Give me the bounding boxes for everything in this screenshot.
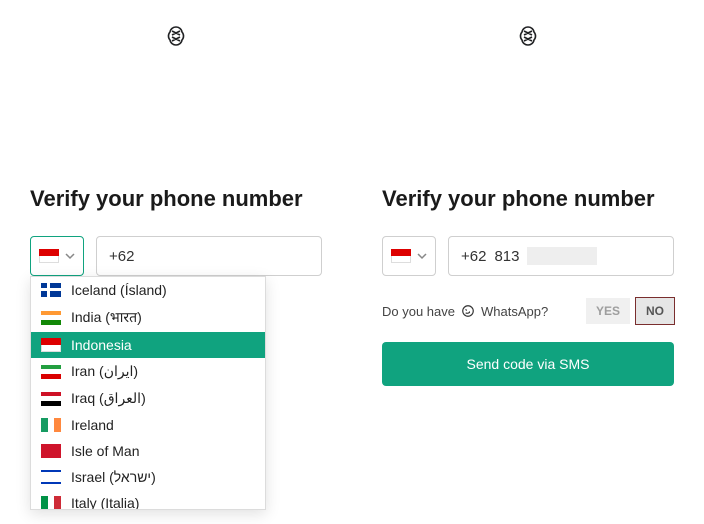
openai-logo-icon [164,24,188,48]
flag-icon [41,392,61,406]
flag-icon [41,496,61,510]
chevron-down-icon [65,251,75,261]
country-option-label: Iraq (العراق) [71,390,146,407]
country-option-label: India (भारत) [71,308,142,327]
page-title: Verify your phone number [382,186,674,212]
country-option[interactable]: Isle of Man [31,438,265,464]
phone-masked-portion [527,247,597,265]
country-selector-button[interactable] [382,236,436,276]
country-option[interactable]: Iraq (العراق) [31,385,265,412]
country-selector-button[interactable] [30,236,84,276]
phone-row: +62 [30,236,322,276]
whatsapp-no-button[interactable]: NO [636,298,674,324]
chevron-down-icon [417,251,427,261]
flag-icon [41,338,61,352]
country-option-label: Israel (ישראל) [71,469,156,485]
openai-logo-icon [516,24,540,48]
country-option[interactable]: Indonesia [31,332,265,358]
whatsapp-prompt-text: Do you have [382,304,455,319]
flag-icon [41,283,61,297]
country-option-label: Indonesia [71,337,132,353]
dial-code: +62 [461,248,486,265]
flag-indonesia-icon [39,249,59,263]
country-option[interactable]: Israel (ישראל) [31,464,265,490]
country-option-label: Iceland (Ísland) [71,282,167,298]
flag-icon [41,311,61,325]
country-option[interactable]: Ireland [31,412,265,438]
flag-icon [41,365,61,379]
flag-icon [41,418,61,432]
country-option[interactable]: Italy (Italia) [31,490,265,510]
phone-input-value: +62 [109,248,134,265]
country-option-label: Isle of Man [71,443,139,459]
phone-row: +62 813 [382,236,674,276]
left-pane: Verify your phone number +62 Iceland (Ís… [0,0,352,524]
page-title: Verify your phone number [30,186,322,212]
country-option[interactable]: Iceland (Ísland) [31,277,265,303]
whatsapp-icon [461,304,475,318]
phone-entered: 813 [494,248,519,265]
phone-input[interactable]: +62 813 [448,236,674,276]
whatsapp-yes-button[interactable]: YES [586,298,630,324]
logo-row [30,0,322,48]
country-dropdown[interactable]: Iceland (Ísland) India (भारत) Indonesia Ira… [30,276,266,510]
app-root: Verify your phone number +62 Iceland (Ís… [0,0,704,524]
logo-row [382,0,674,48]
country-option-label: Italy (Italia) [71,495,139,510]
country-option-label: Ireland [71,417,114,433]
country-option[interactable]: India (भारत) [31,303,265,332]
phone-input[interactable]: +62 [96,236,322,276]
right-pane: Verify your phone number +62 813 Do you … [352,0,704,524]
flag-icon [41,470,61,484]
send-code-button[interactable]: Send code via SMS [382,342,674,386]
whatsapp-label: WhatsApp? [481,304,548,319]
country-option-label: Iran (ایران) [71,363,138,380]
country-option[interactable]: Iran (ایران) [31,358,265,385]
country-dropdown-scroll[interactable]: Iceland (Ísland) India (भारत) Indonesia Ira… [31,277,265,510]
flag-indonesia-icon [391,249,411,263]
flag-icon [41,444,61,458]
whatsapp-row: Do you have WhatsApp? YES NO [382,298,674,324]
